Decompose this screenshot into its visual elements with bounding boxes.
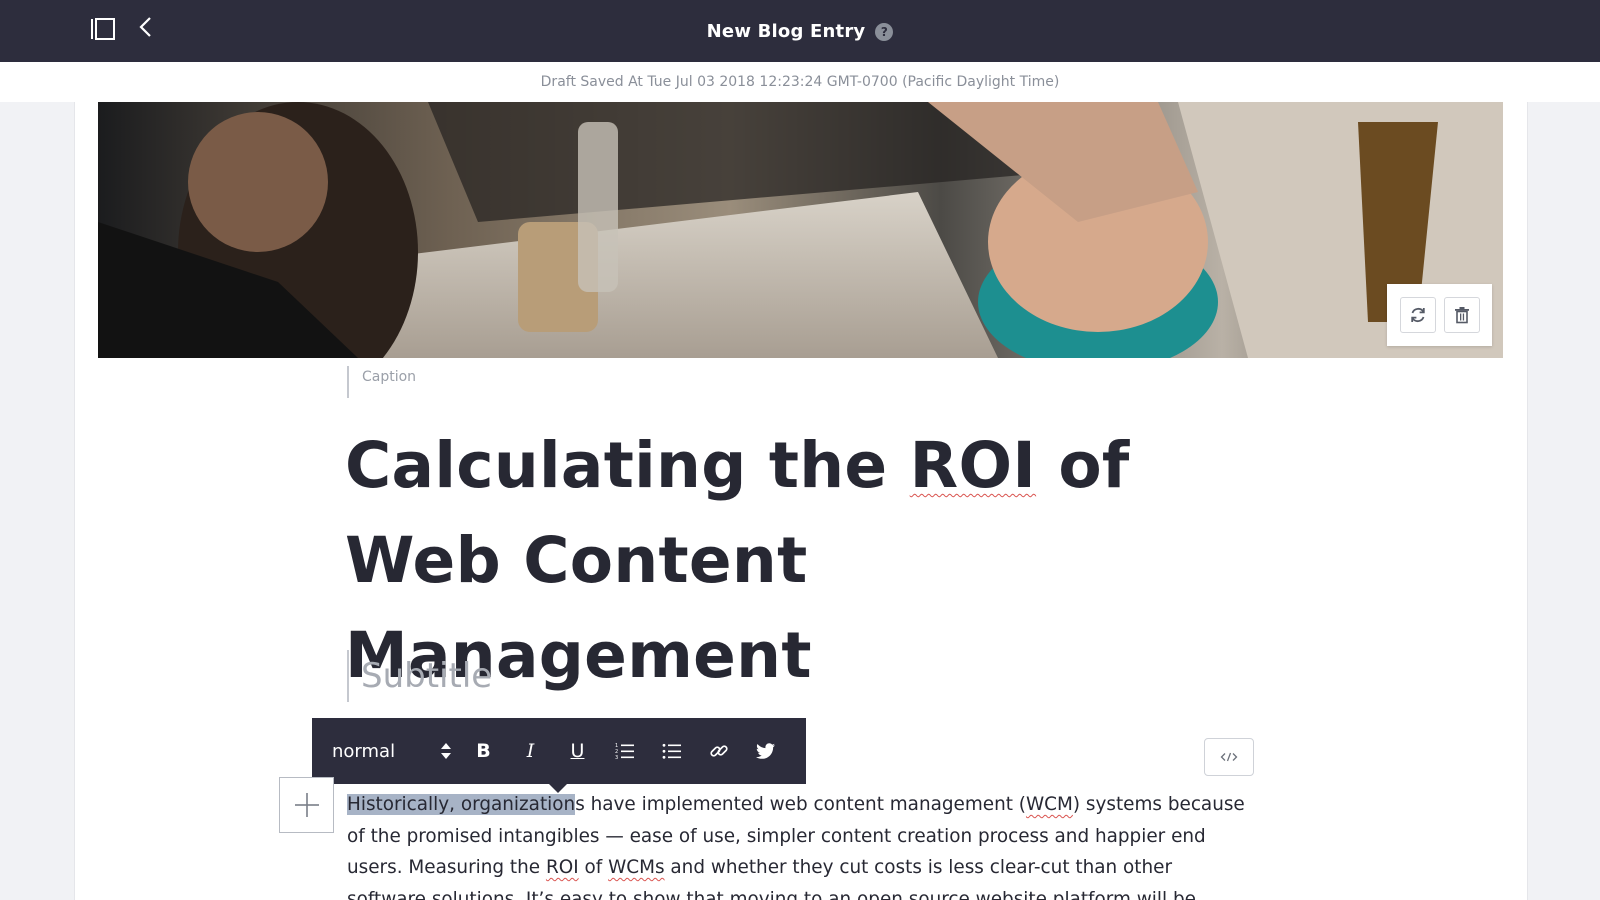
refresh-icon xyxy=(1410,307,1425,323)
title-text-of: of xyxy=(1036,429,1130,502)
source-code-button[interactable] xyxy=(1204,738,1254,776)
text-style-value: normal xyxy=(332,740,396,762)
text-style-select[interactable]: normal xyxy=(332,733,460,769)
link-button[interactable] xyxy=(695,731,742,771)
bullet-list-icon xyxy=(662,743,681,759)
delete-image-button[interactable] xyxy=(1443,297,1480,333)
twitter-button[interactable] xyxy=(742,731,789,771)
cover-image[interactable] xyxy=(98,102,1503,358)
replace-image-button[interactable] xyxy=(1399,297,1436,333)
draft-saved-status: Draft Saved At Tue Jul 03 2018 12:23:24 … xyxy=(540,74,1060,90)
link-icon xyxy=(709,745,728,757)
body-roi: ROI xyxy=(545,857,579,878)
body-wcm: WCM xyxy=(1025,794,1073,815)
header-title-group: New Blog Entry ? xyxy=(0,0,1600,62)
subtitle-field[interactable]: Subtitle xyxy=(347,650,492,702)
selected-text: Historically, organization xyxy=(347,794,576,815)
add-block-button[interactable] xyxy=(279,777,334,833)
image-tools xyxy=(1387,284,1492,346)
underline-button[interactable]: U xyxy=(554,731,601,771)
bullet-list-button[interactable] xyxy=(648,731,695,771)
bold-button[interactable]: B xyxy=(460,731,507,771)
italic-button[interactable]: I xyxy=(507,731,554,771)
body-text-part3: of xyxy=(578,857,609,878)
body-wcms: WCMs xyxy=(608,857,665,878)
status-bar: Draft Saved At Tue Jul 03 2018 12:23:24 … xyxy=(0,62,1600,102)
ordered-list-icon: 123 xyxy=(615,743,634,760)
svg-text:3: 3 xyxy=(615,755,618,760)
page-title: New Blog Entry xyxy=(706,20,866,42)
code-icon xyxy=(1220,752,1238,762)
top-bar: New Blog Entry ? xyxy=(0,0,1600,62)
formatting-toolbar: normal B I U 123 xyxy=(312,718,806,793)
caption-field[interactable]: Caption xyxy=(347,366,416,398)
body-text-part1: s have implemented web content managemen… xyxy=(575,794,1026,815)
ordered-list-button[interactable]: 123 xyxy=(601,731,648,771)
question-circle-icon[interactable]: ? xyxy=(875,23,894,41)
twitter-icon xyxy=(755,742,775,759)
title-roi: ROI xyxy=(909,429,1037,502)
plus-icon xyxy=(294,793,319,817)
sort-arrows-icon xyxy=(441,743,451,759)
post-body-editor[interactable]: Historically, organizations have impleme… xyxy=(347,789,1247,900)
trash-icon xyxy=(1454,307,1469,324)
title-text-start: Calculating the xyxy=(345,429,910,502)
